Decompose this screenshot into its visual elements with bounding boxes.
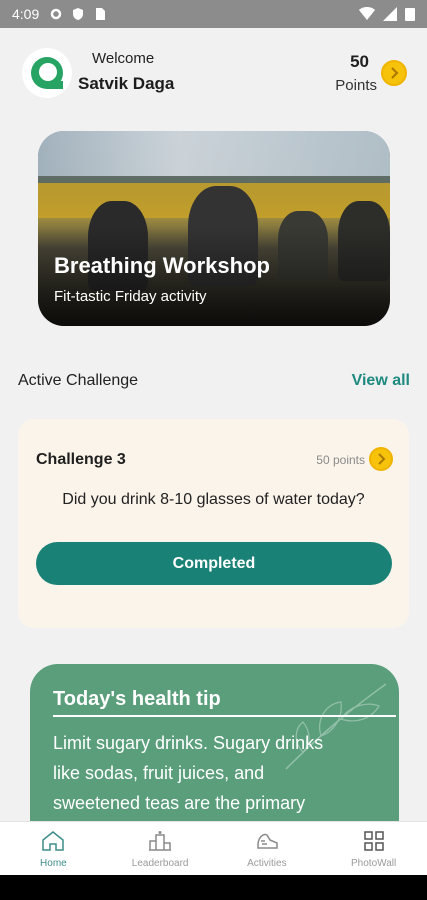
welcome-text: Welcome <box>92 50 155 67</box>
logo-icon <box>31 57 63 89</box>
nav-item-leaderboard[interactable]: Leaderboard <box>107 822 214 875</box>
divider <box>53 715 396 717</box>
photowall-icon <box>363 831 384 851</box>
app-logo <box>22 48 72 98</box>
wifi-icon <box>359 7 375 20</box>
challenge-points: 50 points <box>316 453 365 467</box>
coin-icon[interactable] <box>381 60 407 86</box>
coin-icon <box>369 447 393 471</box>
challenge-title: Challenge 3 <box>36 451 126 468</box>
settings-icon <box>51 8 62 20</box>
section-title: Active Challenge <box>18 372 139 389</box>
challenge-card: Challenge 3 50 points Did you drink 8-10… <box>18 419 409 628</box>
home-icon <box>42 831 65 851</box>
header: Welcome Satvik Daga 50 Points <box>22 42 411 106</box>
signal-icon <box>383 7 397 21</box>
nav-item-photowall[interactable]: PhotoWall <box>320 822 427 875</box>
leaderboard-icon <box>149 831 172 851</box>
system-nav-bar <box>0 875 427 900</box>
nav-item-activities[interactable]: Activities <box>214 822 321 875</box>
shield-icon <box>73 8 84 20</box>
health-tip-text: Limit sugary drinks. Sugary drinks like … <box>53 733 324 813</box>
nav-label: Activities <box>247 858 287 869</box>
banner-subtitle: Fit-tastic Friday activity <box>54 288 207 305</box>
activities-icon <box>257 833 278 849</box>
sim-card-icon <box>96 8 106 20</box>
challenge-question: Did you drink 8-10 glasses of water toda… <box>62 491 365 508</box>
status-bar: 4:09 <box>0 0 427 28</box>
nav-label: PhotoWall <box>351 858 397 869</box>
view-all-link[interactable]: View all <box>352 372 410 390</box>
user-name: Satvik Daga <box>78 74 175 93</box>
status-time: 4:09 <box>12 6 40 22</box>
points-value: 50 <box>350 52 369 71</box>
health-tip-title: Today's health tip <box>53 688 221 710</box>
nav-label: Home <box>40 858 67 869</box>
workshop-banner[interactable]: Breathing Workshop Fit-tastic Friday act… <box>38 131 390 326</box>
points-label: Points <box>335 77 377 94</box>
nav-label: Leaderboard <box>131 858 189 869</box>
bottom-nav: Home Leaderboard Activities PhotoWall <box>0 821 427 875</box>
nav-item-home[interactable]: Home <box>0 822 107 875</box>
battery-icon <box>405 8 415 21</box>
completed-button[interactable]: Completed <box>36 542 392 585</box>
banner-title: Breathing Workshop <box>54 253 270 278</box>
